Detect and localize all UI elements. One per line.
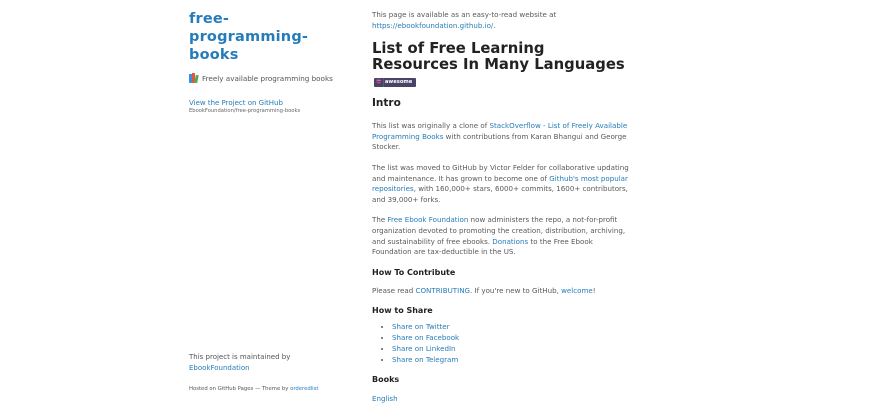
site-title-line3[interactable]: books [189, 47, 239, 63]
share-facebook-link[interactable]: Share on Facebook [392, 333, 459, 342]
list-item: Share on LinkedIn [392, 344, 634, 355]
theme-author-link[interactable]: orderedlist [290, 386, 318, 392]
hosted-footer: Hosted on GitHub Pages — Theme by ordere… [189, 386, 319, 392]
sidebar: free- programming- books Freely availabl… [189, 10, 349, 114]
contributing-link[interactable]: CONTRIBUTING [416, 286, 471, 295]
availability-text: This page is available as an easy-to-rea… [372, 10, 556, 19]
hosted-text: Hosted on GitHub Pages — Theme by [189, 386, 290, 392]
availability-end: . [493, 21, 495, 30]
share-list: Share on Twitter Share on Facebook Share… [372, 322, 634, 365]
intro-paragraph-3: The Free Ebook Foundation now administer… [372, 215, 634, 257]
welcome-link[interactable]: welcome [561, 286, 593, 295]
tagline-text: Freely available programming books [202, 74, 333, 83]
books-icon [189, 73, 199, 83]
share-telegram-link[interactable]: Share on Telegram [392, 355, 458, 364]
contribute-heading: How To Contribute [372, 268, 634, 278]
share-linkedin-link[interactable]: Share on LinkedIn [392, 344, 456, 353]
maintainer-info: This project is maintained by EbookFound… [189, 352, 290, 373]
awesome-badge[interactable]: 😎awesome [374, 78, 416, 87]
list-item: Share on Telegram [392, 355, 634, 366]
intro-p3-text: The [372, 215, 387, 224]
intro-p1-text: This list was originally a clone of [372, 121, 489, 130]
english-link[interactable]: English [372, 394, 398, 403]
free-ebook-foundation-link[interactable]: Free Ebook Foundation [387, 215, 468, 224]
intro-heading: Intro [372, 97, 634, 109]
intro-paragraph-1: This list was originally a clone of Stac… [372, 121, 634, 153]
list-item: Share on Twitter [392, 322, 634, 333]
site-title-line1[interactable]: free- [189, 11, 229, 27]
donations-link[interactable]: Donations [492, 237, 528, 246]
page-title: List of Free Learning Resources In Many … [372, 41, 634, 89]
availability-note: This page is available as an easy-to-rea… [372, 10, 634, 31]
page-title-text: List of Free Learning Resources In Many … [372, 40, 625, 73]
site-title-line2[interactable]: programming- [189, 29, 308, 45]
intro-paragraph-2: The list was moved to GitHub by Victor F… [372, 163, 634, 205]
contribute-text-end: ! [593, 286, 596, 295]
website-link[interactable]: https://ebookfoundation.github.io/ [372, 21, 493, 30]
maintainer-link[interactable]: EbookFoundation [189, 364, 250, 372]
share-heading: How to Share [372, 306, 634, 316]
books-languages: English [372, 394, 634, 404]
main-content: This page is available as an easy-to-rea… [372, 10, 634, 404]
maintained-text: This project is maintained by [189, 352, 290, 363]
books-heading: Books [372, 375, 634, 385]
sunglasses-icon: 😎 [374, 78, 383, 87]
contribute-paragraph: Please read CONTRIBUTING. If you're new … [372, 286, 634, 297]
list-item: Share on Facebook [392, 333, 634, 344]
awesome-badge-label: awesome [383, 78, 416, 87]
contribute-text: Please read [372, 286, 416, 295]
repo-path: EbookFoundation/free-programming-books [189, 108, 349, 114]
view-on-github-link[interactable]: View the Project on GitHub [189, 99, 349, 107]
tagline: Freely available programming books [189, 73, 349, 83]
share-twitter-link[interactable]: Share on Twitter [392, 322, 450, 331]
contribute-text-mid: . If you're new to GitHub, [470, 286, 561, 295]
site-title[interactable]: free- programming- books [189, 10, 349, 64]
